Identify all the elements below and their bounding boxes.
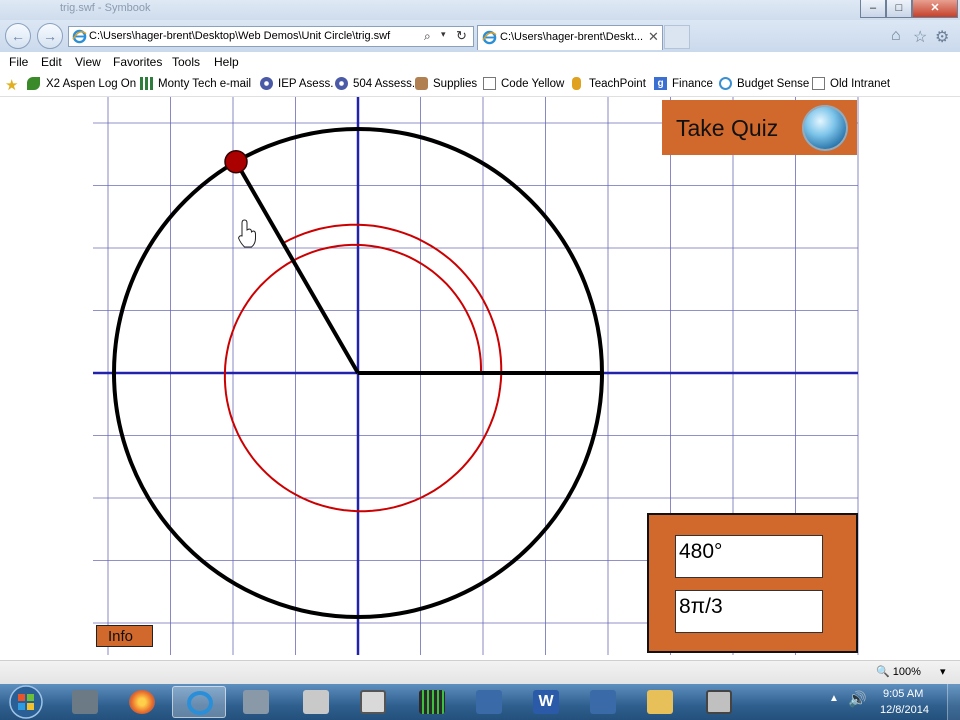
menu-favorites[interactable]: Favorites (113, 55, 162, 69)
leaf-icon (27, 77, 40, 90)
basket-icon (415, 77, 428, 90)
page-icon (812, 77, 825, 90)
forward-button[interactable]: → (37, 23, 63, 49)
favorites-star-icon[interactable]: ☆ (913, 27, 927, 47)
calculator-icon (303, 690, 329, 714)
browser-tab[interactable]: C:\Users\hager-brent\Deskt... ✕ (477, 25, 663, 50)
task-firefox[interactable] (115, 686, 169, 718)
favorite-finance[interactable]: Finance (672, 78, 713, 90)
notes-icon (590, 690, 616, 714)
clock-time[interactable]: 9:05 AM (883, 688, 923, 700)
refresh-icon[interactable]: ↻ (456, 28, 467, 44)
disc-icon (260, 77, 273, 90)
radians-field: 8π/3 (675, 590, 823, 633)
ie-icon (719, 77, 732, 90)
ie-icon (72, 29, 87, 44)
show-hidden-icons-icon[interactable]: ▲ (829, 693, 839, 704)
search-icon[interactable]: ⌕ (424, 29, 431, 44)
task-explorer[interactable] (633, 686, 687, 718)
status-bar (0, 660, 960, 684)
monitor-icon (360, 690, 386, 714)
menu-help[interactable]: Help (214, 55, 239, 69)
equalizer-icon (419, 690, 445, 714)
zoom-control[interactable]: 🔍 100% ▾ (876, 665, 946, 678)
degrees-field: 480° (675, 535, 823, 578)
angle-drag-handle[interactable] (224, 149, 248, 174)
volume-icon[interactable]: 🔊 (848, 690, 867, 708)
show-desktop-button[interactable] (947, 684, 960, 720)
favorite-old-intranet[interactable]: Old Intranet (830, 78, 890, 90)
terminal-side-ray (234, 160, 360, 375)
quiz-orb-icon[interactable] (802, 105, 848, 151)
close-button[interactable]: ✕ (912, 0, 958, 18)
zoom-magnifier-icon: 🔍 (876, 666, 890, 678)
ie-icon (482, 30, 497, 45)
task-film[interactable] (692, 686, 746, 718)
usb-icon (476, 690, 502, 714)
zoom-dropdown-icon[interactable]: ▾ (940, 666, 946, 678)
task-calc2[interactable] (289, 686, 343, 718)
grid-icon (140, 77, 153, 90)
computer-icon (243, 690, 269, 714)
task-word[interactable]: W (519, 686, 573, 718)
film-icon (706, 690, 732, 714)
angle-readout-panel: 480° 8π/3 (647, 513, 858, 653)
window-title: trig.swf - Symbook (60, 2, 151, 14)
task-ie[interactable] (172, 686, 226, 718)
favorite-x2-aspen[interactable]: X2 Aspen Log On (46, 78, 136, 90)
word-icon: W (533, 690, 559, 714)
info-button[interactable]: Info (96, 625, 153, 647)
favorites-star-icon[interactable]: ★ (5, 76, 18, 94)
new-tab-button[interactable] (664, 25, 690, 49)
tab-title: C:\Users\hager-brent\Deskt... (500, 31, 644, 43)
zoom-level: 100% (892, 666, 921, 678)
favorite-supplies[interactable]: Supplies (433, 78, 477, 90)
menu-tools[interactable]: Tools (172, 55, 200, 69)
favorite-504[interactable]: 504 Assess. (353, 78, 415, 90)
take-quiz-button[interactable]: Take Quiz (662, 100, 857, 155)
tools-gear-icon[interactable]: ⚙ (935, 27, 949, 47)
clock-date[interactable]: 12/8/2014 (880, 704, 929, 716)
address-bar[interactable]: C:\Users\hager-brent\Desktop\Web Demos\U… (68, 26, 474, 47)
task-monitor[interactable] (346, 686, 400, 718)
task-network[interactable] (229, 686, 283, 718)
favorite-code-yellow[interactable]: Code Yellow (501, 78, 564, 90)
favorite-budget-sense[interactable]: Budget Sense (737, 78, 809, 90)
ie-icon (187, 691, 213, 715)
favorite-iep[interactable]: IEP Asess. (278, 78, 333, 90)
back-button[interactable]: ← (5, 23, 31, 49)
calculator-rabbit-icon (72, 690, 98, 714)
menu-file[interactable]: File (9, 55, 28, 69)
folder-icon (647, 690, 673, 714)
menu-edit[interactable]: Edit (41, 55, 62, 69)
figure-icon (572, 77, 581, 90)
home-icon[interactable]: ⌂ (891, 27, 901, 45)
address-url[interactable]: C:\Users\hager-brent\Desktop\Web Demos\U… (89, 30, 390, 42)
disc-icon (335, 77, 348, 90)
maximize-button[interactable]: □ (886, 0, 912, 18)
favorite-monty-tech[interactable]: Monty Tech e-mail (158, 78, 251, 90)
minimize-button[interactable]: – (860, 0, 886, 18)
menu-view[interactable]: View (75, 55, 101, 69)
angle-spiral (223, 223, 503, 513)
task-calculator[interactable] (58, 686, 112, 718)
task-usb[interactable] (462, 686, 516, 718)
tab-close-icon[interactable]: ✕ (648, 29, 659, 45)
task-audio[interactable] (405, 686, 459, 718)
firefox-icon (129, 690, 155, 714)
task-notes[interactable] (576, 686, 630, 718)
page-icon (483, 77, 496, 90)
take-quiz-label: Take Quiz (676, 115, 779, 141)
favorite-teachpoint[interactable]: TeachPoint (589, 78, 646, 90)
windows-icon[interactable] (3, 684, 49, 720)
google-icon: g (654, 77, 667, 90)
address-dropdown-icon[interactable]: ▾ (441, 29, 446, 40)
hand-cursor-icon (237, 219, 256, 248)
